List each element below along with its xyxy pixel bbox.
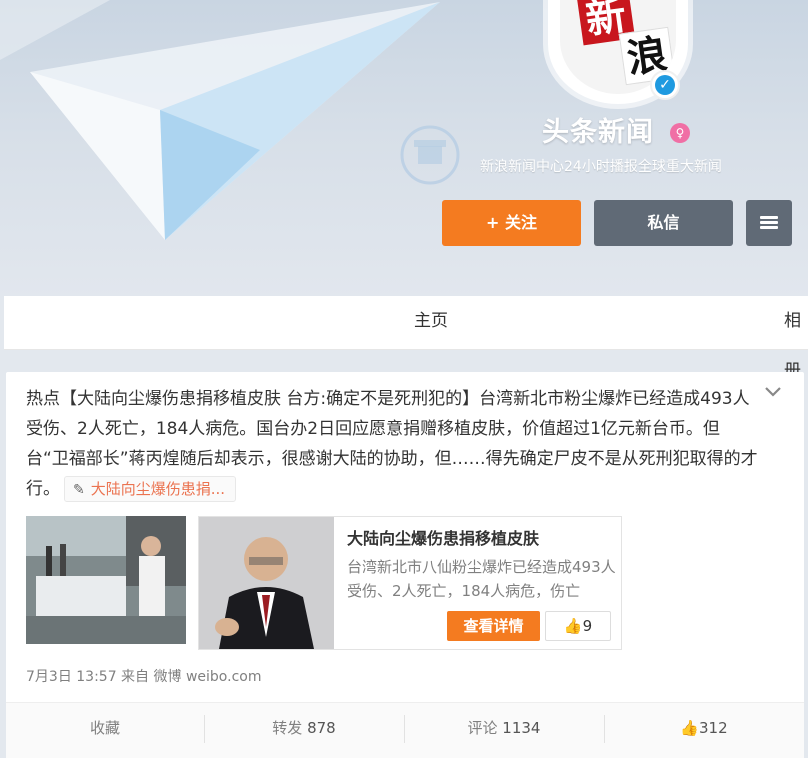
profile-name: 头条新闻 [542, 117, 654, 148]
like-count: 312 [699, 719, 728, 737]
follow-label: 关注 [504, 213, 537, 232]
tab-album[interactable]: 相册 [784, 296, 808, 381]
hamburger-menu-icon [760, 216, 778, 230]
post-text: 热点【大陆向尘爆伤患捐移植皮肤 台方:确定不是死刑犯的】台湾新北市粉尘爆炸已经造… [26, 384, 761, 504]
thumbs-up-icon: 👍 [680, 719, 700, 737]
article-link-label: 大陆向尘爆伤患捐... [90, 480, 226, 498]
comment-label: 评论 [467, 719, 498, 737]
tab-home[interactable]: 主页 [414, 296, 448, 350]
chevron-down-icon[interactable] [763, 382, 783, 402]
female-gender-icon: ♀ [670, 123, 690, 143]
forward-label: 转发 [272, 719, 303, 737]
paperclip-icon: ✎ [73, 482, 85, 498]
weibo-post-card: 热点【大陆向尘爆伤患捐移植皮肤 台方:确定不是死刑犯的】台湾新北市粉尘爆炸已经造… [6, 372, 804, 758]
verified-badge-icon: ✓ [650, 70, 680, 100]
article-link[interactable]: ✎ 大陆向尘爆伤患捐... [64, 476, 237, 502]
comment-button[interactable]: 评论 1134 [404, 703, 604, 753]
like-button[interactable]: 👍312 [604, 703, 804, 753]
follow-button[interactable]: + 关注 [442, 200, 581, 246]
share-card-title: 大陆向尘爆伤患捐移植皮肤 [347, 529, 540, 548]
share-like-button[interactable]: 👍9 [545, 611, 611, 641]
share-like-count: 9 [582, 617, 593, 635]
share-card-description: 台湾新北市八仙粉尘爆炸已经造成493人受伤、2人死亡，184人病危，伤亡 [347, 558, 616, 600]
more-menu-button[interactable] [746, 200, 792, 246]
profile-tab-bar: 主页 相册 [4, 296, 808, 381]
thumbs-up-icon: 👍 [563, 617, 583, 635]
forward-count: 878 [307, 719, 336, 737]
comment-count: 1134 [502, 719, 541, 737]
news-photo [26, 516, 186, 644]
message-button[interactable]: 私信 [594, 200, 733, 246]
post-meta: 7月3日 13:57 来自 微博 weibo.com [26, 669, 262, 685]
profile-banner: 新 浪 ✓ 头条新闻 ♀ 新浪新闻中心24小时播报全球重大新闻 + 关注 私信 [0, 0, 808, 300]
post-topic-tag: 热点 [26, 389, 60, 409]
favorite-button[interactable]: 收藏 [6, 703, 204, 753]
article-share-card[interactable]: 大陆向尘爆伤患捐移植皮肤 台湾新北市八仙粉尘爆炸已经造成493人受伤、2人死亡，… [198, 516, 622, 650]
post-image[interactable] [26, 516, 186, 644]
forward-button[interactable]: 转发 878 [204, 703, 404, 753]
article-photo [199, 517, 334, 649]
view-details-button[interactable]: 查看详情 [447, 611, 540, 641]
profile-description: 新浪新闻中心24小时播报全球重大新闻 [480, 159, 722, 175]
post-actions: 收藏 转发 878 评论 1134 👍312 [6, 702, 804, 758]
plus-icon: + [486, 213, 505, 232]
